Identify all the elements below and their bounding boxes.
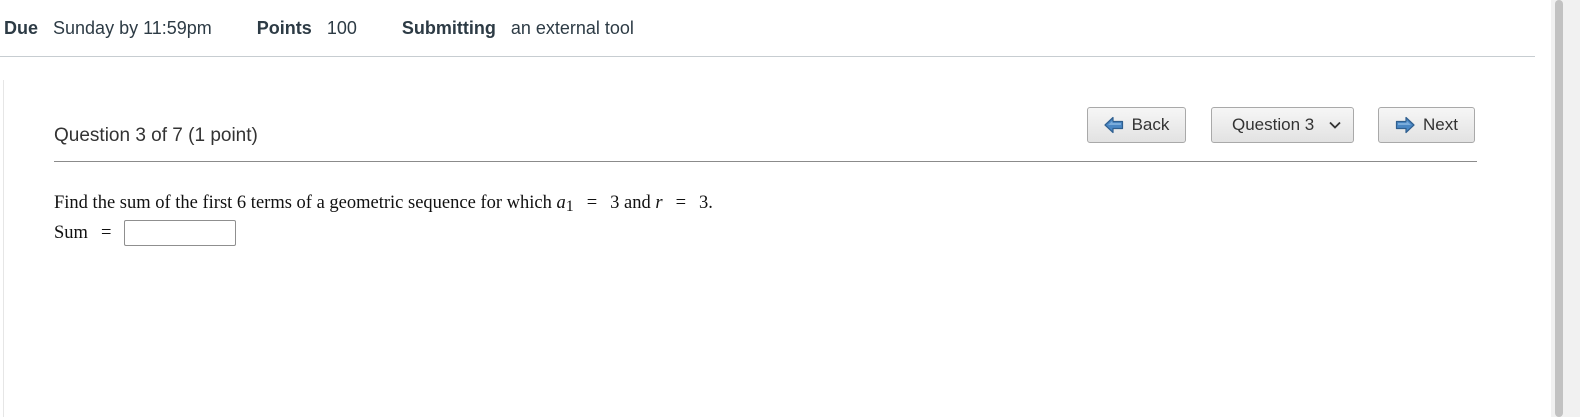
left-arrow-icon <box>1103 116 1124 134</box>
submitting-label: Submitting <box>401 17 496 38</box>
due-label: Due <box>4 17 39 38</box>
question-title: Question 3 of 7 (1 point) <box>54 125 258 146</box>
prompt-text: Find the sum of the first 6 terms of a g… <box>54 192 557 213</box>
answer-line: Sum = <box>54 218 713 248</box>
and-text: and <box>619 192 656 213</box>
question-header: Question 3 of 7 (1 point) Back Question … <box>54 104 1477 162</box>
next-button-label: Next <box>1423 115 1458 134</box>
submitting-value: an external tool <box>510 17 634 38</box>
chevron-down-icon <box>1329 121 1341 129</box>
right-arrow-icon <box>1395 116 1415 134</box>
points-label: Points <box>256 17 312 38</box>
external-tool-frame: Question 3 of 7 (1 point) Back Question … <box>3 80 1536 417</box>
scrollbar-thumb[interactable] <box>1555 0 1563 417</box>
due-value: Sunday by 11:59pm <box>53 17 212 38</box>
back-button[interactable]: Back <box>1087 107 1186 143</box>
assignment-details: Due Sunday by 11:59pm Points 100 Submitt… <box>0 0 1535 57</box>
question-prompt: Find the sum of the first 6 terms of a g… <box>54 188 713 218</box>
vertical-scrollbar[interactable] <box>1551 0 1580 417</box>
math-sub-1: 1 <box>565 198 574 215</box>
back-button-label: Back <box>1131 115 1170 134</box>
submitting-detail: Submitting an external tool <box>402 18 634 39</box>
points-value: 100 <box>326 17 357 38</box>
math-r: r <box>655 192 663 213</box>
math-equals-1: = <box>586 192 598 213</box>
math-r-value: 3. <box>699 192 713 213</box>
math-a: a <box>556 192 566 213</box>
question-select[interactable]: Question 3 <box>1211 107 1354 143</box>
sum-label: Sum <box>54 222 88 243</box>
next-button[interactable]: Next <box>1378 107 1475 143</box>
math-equals-2: = <box>675 192 686 213</box>
question-body: Find the sum of the first 6 terms of a g… <box>54 188 713 248</box>
points-detail: Points 100 <box>257 18 357 39</box>
sum-answer-input[interactable] <box>124 220 237 246</box>
math-a1-value: 3 <box>610 192 620 213</box>
page: Due Sunday by 11:59pm Points 100 Submitt… <box>0 0 1580 417</box>
question-select-value: Question 3 <box>1232 115 1315 134</box>
due-detail: Due Sunday by 11:59pm <box>4 18 212 39</box>
sum-equals: = <box>100 222 112 243</box>
